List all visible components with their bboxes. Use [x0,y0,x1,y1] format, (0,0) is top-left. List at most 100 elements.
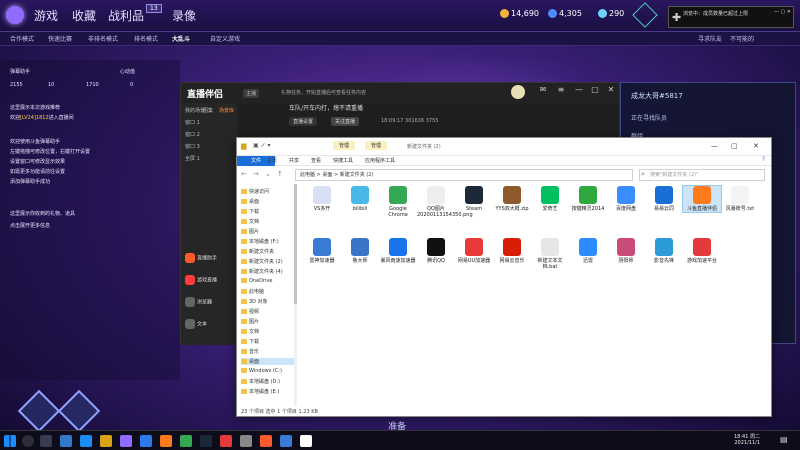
avatar[interactable] [511,85,525,99]
taskbar-app-icon[interactable] [180,435,192,447]
manage-tab[interactable]: 管理 [365,141,388,150]
file-item[interactable]: 新建文本文档.bat [531,238,569,270]
steam-icon[interactable] [200,435,212,447]
file-item[interactable]: 迅雷 [569,238,607,264]
party-status[interactable]: 正在寻找队员 [631,113,667,122]
live-tool-browser[interactable]: 浏览器 [185,297,233,307]
edge-icon[interactable] [80,435,92,447]
file-item[interactable]: 雷神加速器 [303,238,341,264]
file-item[interactable]: Steam [455,186,493,212]
nav-item[interactable]: 新建文件夹 (4) [241,268,283,275]
mode-coop[interactable]: 合作模式 [10,34,34,43]
nav-scroll-thumb[interactable] [294,184,297,304]
scene-row[interactable]: 窗口 2 [185,131,200,138]
ribbon-tab-share[interactable]: 共享 [289,157,299,164]
manage-tab[interactable]: 管理 [333,141,356,150]
nav-item[interactable]: 下载 [241,208,259,215]
nav-item[interactable]: 视频 [241,308,259,315]
up-icon[interactable]: ↑ [277,170,283,178]
nav-item[interactable]: 新建文件夹 (2) [241,258,283,265]
quick-access-toolbar[interactable]: ▣ ✓ ▾ [253,142,271,149]
game-launcher-icon[interactable] [120,435,132,447]
message-icon[interactable]: ✉ [537,85,549,97]
file-item[interactable]: 鲁大师 [341,238,379,264]
file-item[interactable]: 影音先锋 [645,238,683,264]
nav-item[interactable]: 文档 [241,328,259,335]
search-icon[interactable] [22,435,34,447]
file-item[interactable]: 爱奇艺 [531,186,569,212]
notification-toast[interactable]: ✚ 浏览中：成员数量已超过上限 — ▢ ✕ [668,6,794,28]
live-tool-live-assist[interactable]: 直播助手 [185,253,233,263]
ribbon-tab-app-tools[interactable]: 应用程序工具 [365,157,395,164]
taskbar-app-icon[interactable] [240,435,252,447]
live-settings-button[interactable]: 直播设置 [289,117,318,126]
mode-quick[interactable]: 快速比赛 [48,34,72,43]
file-item[interactable]: 暴风雨速加速器 [379,238,417,264]
file-item[interactable]: 斗鱼直播伴侣 [682,185,722,213]
minimize-icon[interactable]: — [711,142,718,150]
live-tool-game[interactable]: 游戏直播 [185,275,233,285]
tab-my-scenes[interactable]: 我的场景 [185,107,205,114]
seek-teammates-label[interactable]: 寻求队友 [698,34,722,43]
nav-item[interactable]: 本地磁盘 (D:) [241,378,280,385]
toast-window-controls[interactable]: — ▢ ✕ [774,9,791,15]
taskbar-app-icon[interactable] [280,435,292,447]
nav-collection[interactable]: 收藏 [72,7,96,24]
nav-replays[interactable]: 录像 [172,7,196,24]
ribbon-tab-shortcut-tools[interactable]: 快捷工具 [333,157,353,164]
file-item[interactable]: 百度网盘 [607,186,645,212]
task-view-icon[interactable] [40,435,52,447]
search-input[interactable]: 搜索"新建文件夹 (2)" [639,169,765,181]
game-logo-icon[interactable] [6,6,24,24]
taskbar-app-icon[interactable] [140,435,152,447]
mode-unranked[interactable]: 非排名模式 [88,34,118,43]
nav-item[interactable]: 图片 [241,318,259,325]
close-icon[interactable]: ✕ [753,142,759,150]
nav-item[interactable]: 桌面 [241,358,295,365]
minimize-icon[interactable]: — [573,85,585,97]
boost-icon[interactable] [632,2,658,28]
live-companion-icon[interactable] [160,435,172,447]
file-item[interactable]: bilibili [341,186,379,212]
talent-shield-icon[interactable] [57,389,101,433]
ribbon-tab-home[interactable]: 主页 [267,157,277,164]
file-item[interactable]: 按键精灵2014 [569,186,607,212]
scene-row[interactable]: 窗口 3 [185,143,200,150]
file-item[interactable]: VS多开 [303,186,341,212]
file-item[interactable]: 腾讯QQ [417,238,455,264]
help-icon[interactable]: ? [762,156,765,163]
nav-item[interactable]: 下载 [241,338,259,345]
file-item[interactable]: 风暴账号.txt [721,186,759,212]
taskbar-app-icon[interactable] [260,435,272,447]
nav-loot[interactable]: 战利品 [108,7,144,24]
file-item[interactable]: Google Chrome [379,186,417,218]
taskbar-clock[interactable]: 18:41 周二 2021/11/1 [734,434,760,446]
menu-icon[interactable]: ≡ [555,85,567,97]
nav-item[interactable]: OneDrive [241,278,273,284]
file-item[interactable]: 易易云同 [645,186,683,212]
nav-item[interactable]: 音乐 [241,348,259,355]
nav-scrollbar[interactable] [294,184,297,406]
quest-shield-icon[interactable] [17,389,61,433]
mode-custom[interactable]: 自定义游戏 [210,34,240,43]
nav-item[interactable]: 此电脑 [241,288,264,295]
taskbar-app-icon[interactable] [220,435,232,447]
tab-atlas[interactable]: 图集 [203,107,213,114]
address-bar[interactable]: 此电脑 > 桌面 > 新建文件夹 (2) [295,169,633,181]
file-item[interactable]: 网易UU加速器 [455,238,493,264]
nav-item[interactable]: 本地磁盘 (F:) [241,238,279,245]
notification-icon[interactable]: ▤ [780,435,788,444]
nav-item[interactable]: 桌面 [241,198,259,205]
taskbar-app-icon[interactable] [300,435,312,447]
scene-row[interactable]: 窗口 1 [185,119,200,126]
close-icon[interactable]: ✕ [605,85,617,97]
nav-item[interactable]: 快速访问 [241,188,269,195]
taskbar-app-icon[interactable] [60,435,72,447]
maximize-icon[interactable]: ▢ [589,85,601,97]
nav-item[interactable]: 图片 [241,228,259,235]
scene-row[interactable]: 全屏 1 [185,155,200,162]
file-item[interactable]: 网易云音乐 [493,238,531,264]
nav-item[interactable]: 3D 对象 [241,298,268,305]
ribbon-tab-view[interactable]: 查看 [311,157,321,164]
mode-ranked[interactable]: 排名模式 [134,34,158,43]
